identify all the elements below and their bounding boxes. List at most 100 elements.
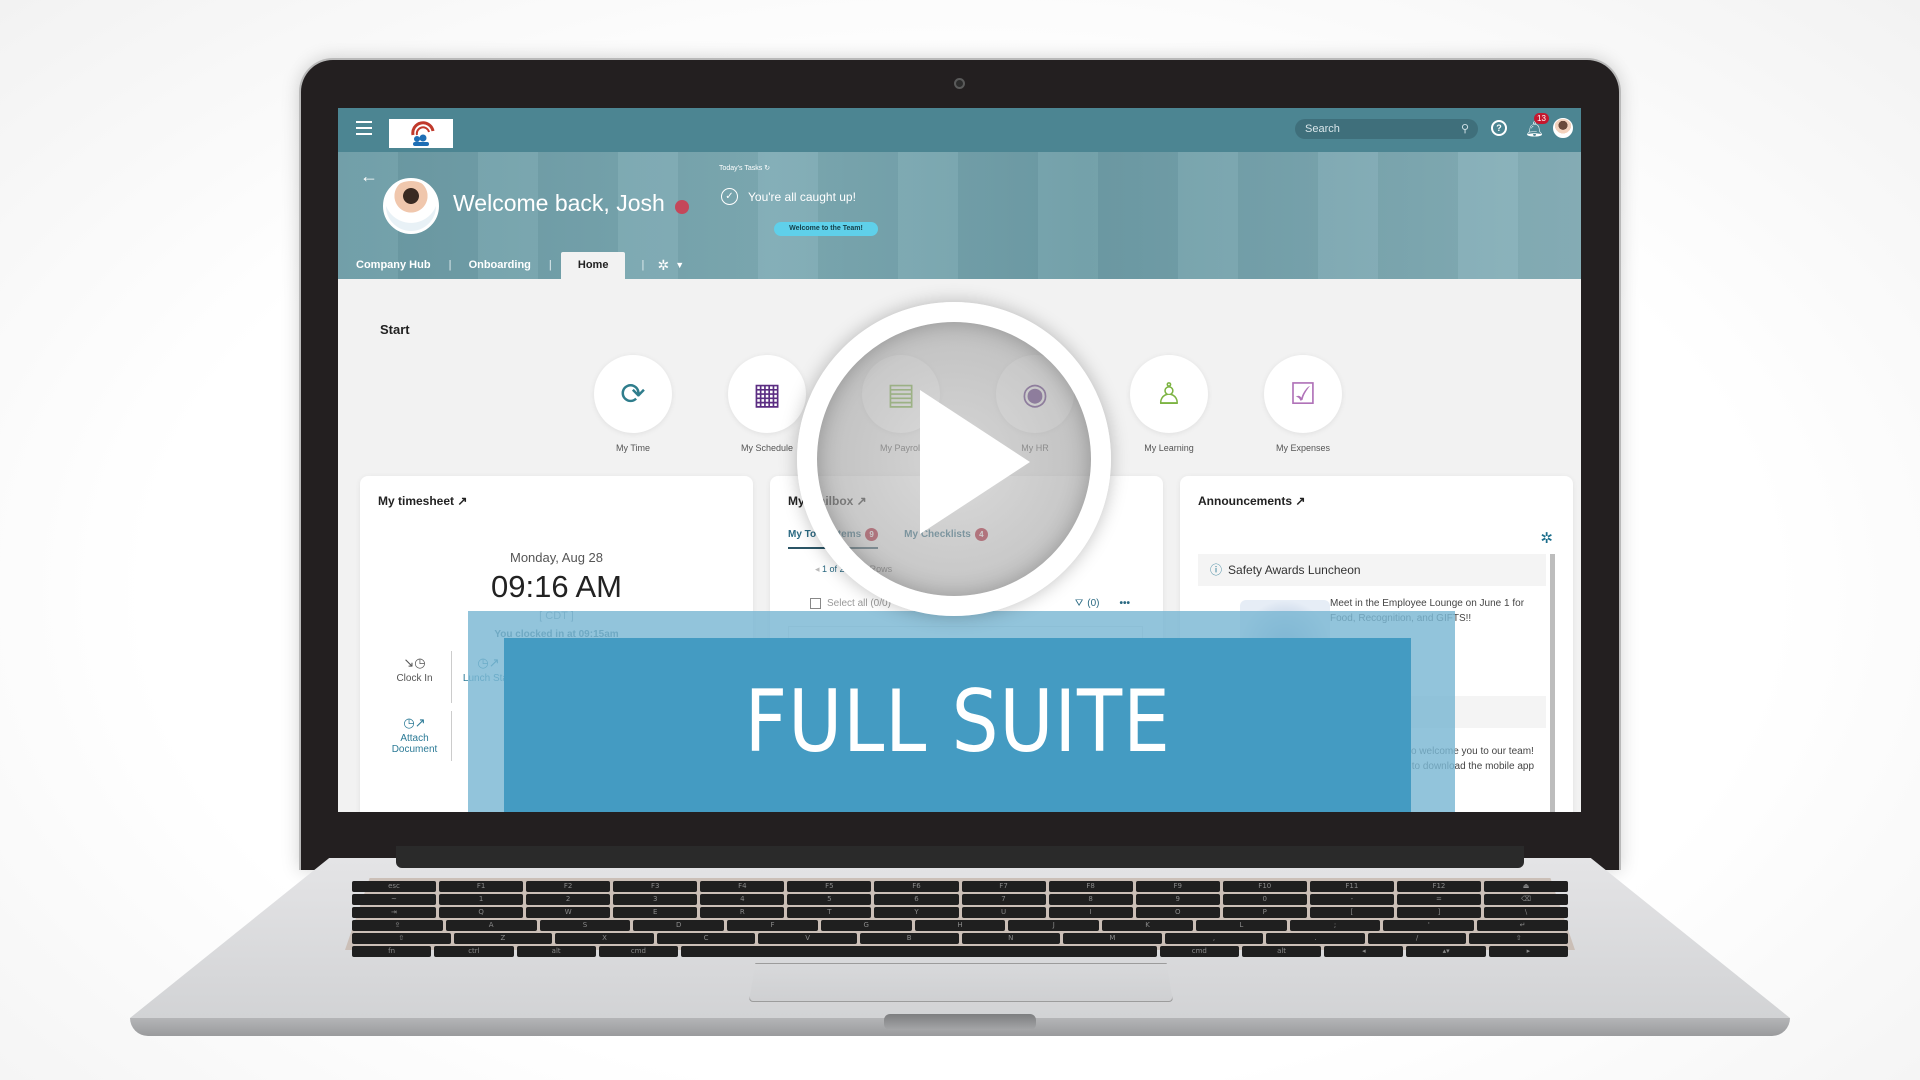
todays-tasks-text: Today's Tasks xyxy=(719,165,763,172)
play-button-icon[interactable] xyxy=(797,302,1111,616)
keyboard-key: 7 xyxy=(961,894,1046,905)
back-arrow-icon[interactable]: ← xyxy=(360,166,378,187)
notification-badge: 13 xyxy=(1534,113,1549,124)
keyboard-key: 2 xyxy=(526,894,611,905)
keyboard-key: \ xyxy=(1483,907,1569,918)
app-screen: Search ⚲ ? 🔔︎ 13 ← Welcome back, Josh To… xyxy=(338,108,1581,812)
keyboard-key: G xyxy=(820,920,912,931)
clock-in-button[interactable]: ↘◷ Clock In xyxy=(378,651,452,703)
keyboard-key: F10 xyxy=(1222,881,1307,892)
tile-my-learning[interactable]: ♙ My Learning xyxy=(1129,355,1209,453)
chevron-down-icon[interactable]: ▼ xyxy=(675,252,684,279)
laptop-hinge xyxy=(396,846,1524,868)
keyboard-key: W xyxy=(526,907,611,918)
user-avatar[interactable] xyxy=(1553,118,1573,138)
tile-my-schedule[interactable]: ▦ My Schedule xyxy=(727,355,807,453)
action-label: Clock In xyxy=(396,673,433,684)
lid-notch xyxy=(884,1014,1036,1030)
keyboard-key: F7 xyxy=(961,881,1046,892)
keyboard-key: A xyxy=(445,920,537,931)
filter-icon[interactable]: ⛛ xyxy=(1075,598,1083,609)
tab-onboarding[interactable]: Onboarding xyxy=(451,252,549,279)
attach-document-button[interactable]: ◷↗ Attach Document xyxy=(378,711,452,761)
hero-banner: ← Welcome back, Josh Today's Tasks ↻ ✓ Y… xyxy=(338,152,1581,279)
keyboard-key: J xyxy=(1008,920,1100,931)
keyboard-key: - xyxy=(1309,894,1394,905)
keyboard-key: I xyxy=(1048,907,1133,918)
menu-icon[interactable] xyxy=(356,121,372,135)
keyboard-key: Z xyxy=(453,933,553,944)
keyboard-key: ▴▾ xyxy=(1406,946,1486,957)
more-options-icon[interactable]: ••• xyxy=(1119,598,1130,609)
keyboard-key: T xyxy=(787,907,872,918)
keyboard-key: S xyxy=(539,920,631,931)
tile-label: My Learning xyxy=(1144,443,1194,453)
keyboard-key: ] xyxy=(1396,907,1481,918)
announcements-title[interactable]: Announcements ↗ xyxy=(1198,494,1305,508)
tile-my-time[interactable]: ⟳ My Time xyxy=(593,355,673,453)
search-placeholder: Search xyxy=(1305,123,1340,135)
keyboard-key: ⇧ xyxy=(352,933,451,944)
gear-icon[interactable]: ✲ xyxy=(643,252,675,279)
keyboard-key: ⏏ xyxy=(1483,881,1569,892)
search-icon[interactable]: ⚲ xyxy=(1461,119,1469,139)
caught-up-text: You're all caught up! xyxy=(748,190,856,204)
keyboard-key: F2 xyxy=(526,881,611,892)
refresh-icon[interactable]: ↻ xyxy=(764,165,770,172)
keyboard-key: R xyxy=(700,907,785,918)
todays-tasks-label[interactable]: Today's Tasks ↻ xyxy=(719,164,770,172)
keyboard-key: Q xyxy=(439,907,524,918)
keyboard-key: ' xyxy=(1383,920,1475,931)
tab-home[interactable]: Home xyxy=(560,252,626,279)
clock-refresh-icon: ⟳ xyxy=(594,355,672,433)
keyboard-key: V xyxy=(758,933,857,944)
keyboard-key: F11 xyxy=(1309,881,1394,892)
announcement-title: Safety Awards Luncheon xyxy=(1228,563,1361,577)
prev-page-icon[interactable]: ◂ xyxy=(815,564,820,574)
profile-photo xyxy=(383,178,439,234)
keyboard-key: [ xyxy=(1309,907,1394,918)
keyboard-key: O xyxy=(1135,907,1220,918)
announcement-header[interactable]: ⓘ Safety Awards Luncheon xyxy=(1198,554,1546,586)
keyboard-key: C xyxy=(656,933,756,944)
keyboard-key: 5 xyxy=(787,894,872,905)
company-logo[interactable] xyxy=(389,119,453,148)
start-heading: Start xyxy=(380,322,410,337)
laptop-mockup: Search ⚲ ? 🔔︎ 13 ← Welcome back, Josh To… xyxy=(0,0,1920,1080)
keyboard-key: fn xyxy=(352,946,432,957)
caption-band: FULL SUITE xyxy=(504,638,1411,812)
keyboard: esc F1 F2 F3 F4 F5 F6 F7 F8 F9 F10 F11 F12 ⏏ ~1 2 3 4 5 6 7… xyxy=(351,881,1569,957)
expense-report-icon: ☑ xyxy=(1264,355,1342,433)
select-all-checkbox[interactable] xyxy=(810,598,821,609)
help-icon[interactable]: ? xyxy=(1491,120,1507,136)
keyboard-key: 1 xyxy=(439,894,524,905)
attach-icon: ◷↗ xyxy=(403,715,426,730)
keyboard-key xyxy=(681,946,1157,957)
cursor-indicator xyxy=(675,200,689,214)
tab-company-hub[interactable]: Company Hub xyxy=(338,252,449,279)
keyboard-key: ↵ xyxy=(1477,920,1568,931)
keyboard-key: F8 xyxy=(1048,881,1133,892)
keyboard-key: cmd xyxy=(598,946,679,957)
keyboard-key: K xyxy=(1102,920,1193,931)
webcam xyxy=(954,78,965,89)
current-time: 09:16 AM xyxy=(491,569,622,604)
scrollbar[interactable] xyxy=(1550,554,1555,812)
tile-my-expenses[interactable]: ☑ My Expenses xyxy=(1263,355,1343,453)
search-input[interactable]: Search ⚲ xyxy=(1295,119,1478,139)
welcome-heading: Welcome back, Josh xyxy=(453,190,665,216)
tab-divider: | xyxy=(548,259,552,271)
keyboard-key: ⇧ xyxy=(1469,933,1568,944)
settings-gear-icon[interactable]: ✲ xyxy=(1540,529,1553,547)
caption-title: FULL SUITE xyxy=(744,672,1171,772)
keyboard-key: cmd xyxy=(1159,946,1239,957)
keyboard-key: M xyxy=(1063,933,1162,944)
timesheet-title[interactable]: My timesheet ↗ xyxy=(378,494,467,508)
trackpad xyxy=(749,963,1173,1002)
keyboard-key: alt xyxy=(516,946,596,957)
welcome-team-pill[interactable]: Welcome to the Team! xyxy=(774,222,878,236)
keyboard-key: ~ xyxy=(351,894,437,905)
top-navbar: Search ⚲ ? 🔔︎ 13 xyxy=(338,108,1581,152)
keyboard-key: esc xyxy=(351,881,437,892)
keyboard-key: D xyxy=(633,920,725,931)
